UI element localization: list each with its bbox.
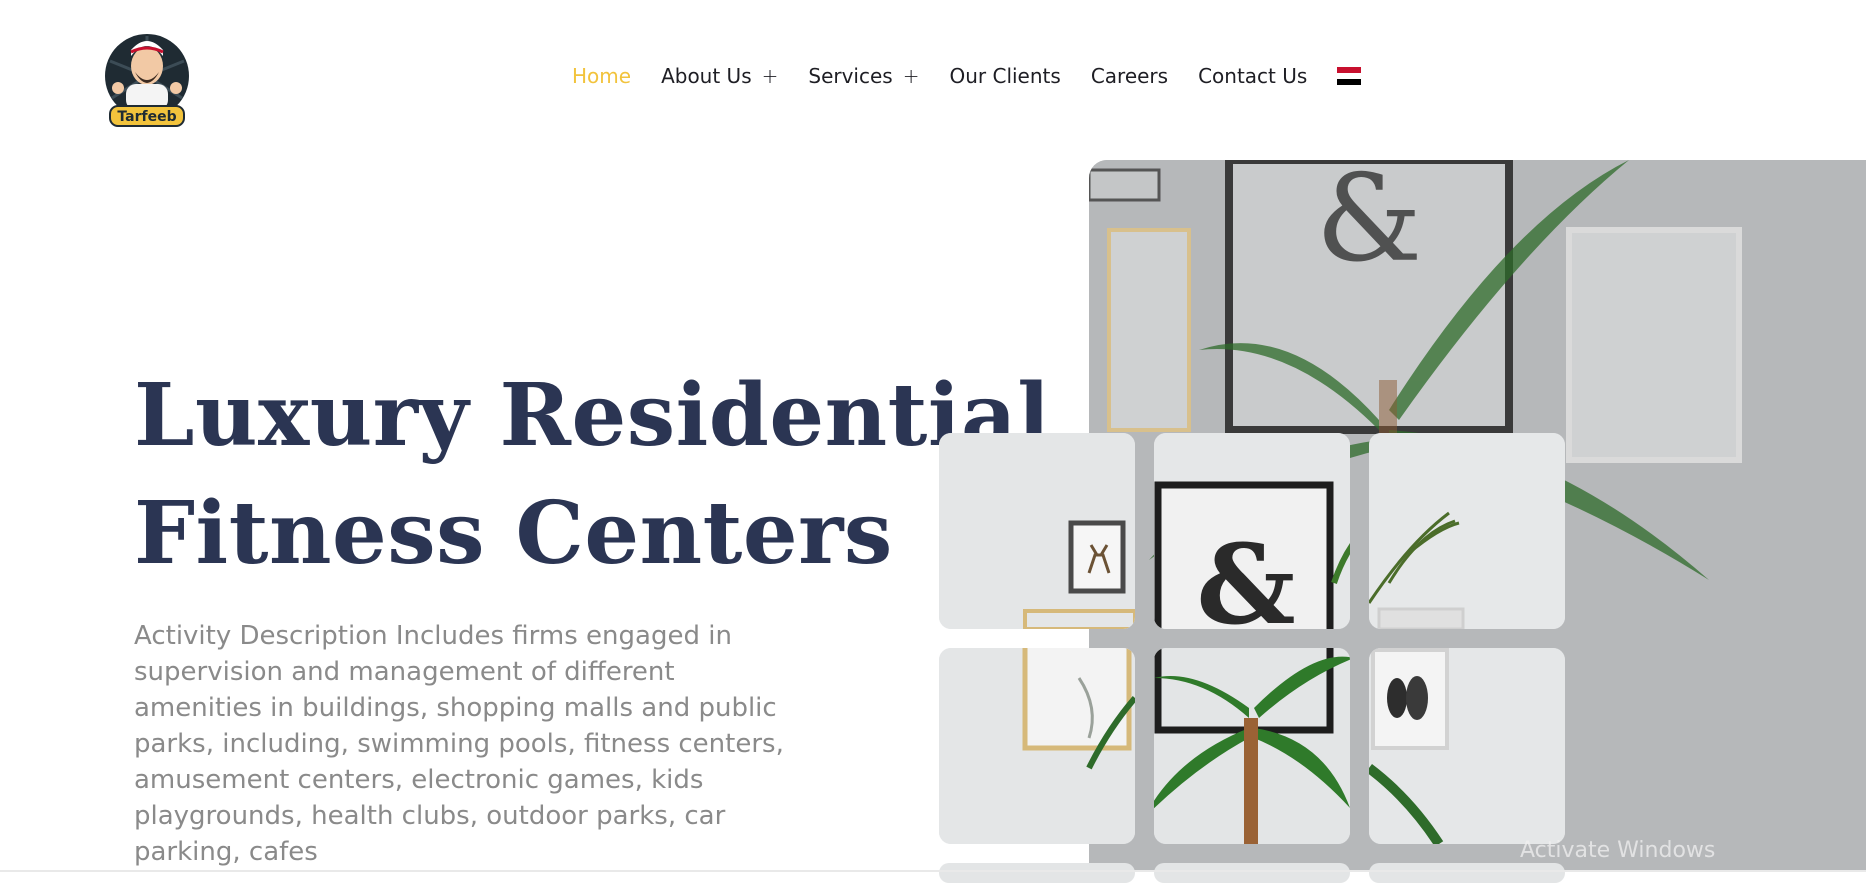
hero-title-line1: Luxury Residential <box>134 365 1051 466</box>
nav-our-clients[interactable]: Our Clients <box>949 64 1060 88</box>
plus-icon[interactable]: + <box>762 64 779 88</box>
image-tile <box>939 648 1135 844</box>
nav-about-us[interactable]: About Us + <box>661 64 778 88</box>
nav-clients-label: Our Clients <box>949 64 1061 88</box>
plus-icon[interactable]: + <box>903 64 920 88</box>
image-tile <box>939 863 1135 883</box>
image-tile <box>1369 433 1565 629</box>
image-tile <box>1369 648 1565 844</box>
svg-text:Tarfeeb: Tarfeeb <box>117 109 176 125</box>
nav-services[interactable]: Services + <box>808 64 919 88</box>
nav-contact-us[interactable]: Contact Us <box>1198 64 1307 88</box>
nav-careers-label: Careers <box>1090 64 1169 88</box>
image-tile <box>939 433 1135 629</box>
nav-careers[interactable]: Careers <box>1091 64 1168 88</box>
image-tile <box>1369 863 1565 883</box>
hero-title: Luxury Residential Fitness Centers <box>134 357 1050 593</box>
egypt-flag-icon[interactable] <box>1337 67 1362 85</box>
nav-services-label: Services <box>808 64 893 88</box>
image-tile: & <box>1154 433 1350 629</box>
nav-contact-label: Contact Us <box>1198 64 1308 88</box>
svg-text:&: & <box>1196 520 1295 629</box>
image-tile <box>1154 863 1350 883</box>
main-nav: Home About Us + Services + Our Clients Car… <box>572 64 1362 88</box>
activate-windows-watermark: Activate Windows <box>1520 838 1716 863</box>
nav-about-label: About Us <box>661 64 752 88</box>
nav-home[interactable]: Home <box>572 64 631 88</box>
nav-home-label: Home <box>572 64 632 88</box>
hero-description: Activity Description Includes firms enga… <box>134 621 784 867</box>
svg-text:&: & <box>1316 160 1423 289</box>
image-tile <box>1154 648 1350 844</box>
hero-title-line2: Fitness Centers <box>134 483 893 584</box>
brand-logo[interactable]: Tarfeeb <box>104 26 190 130</box>
